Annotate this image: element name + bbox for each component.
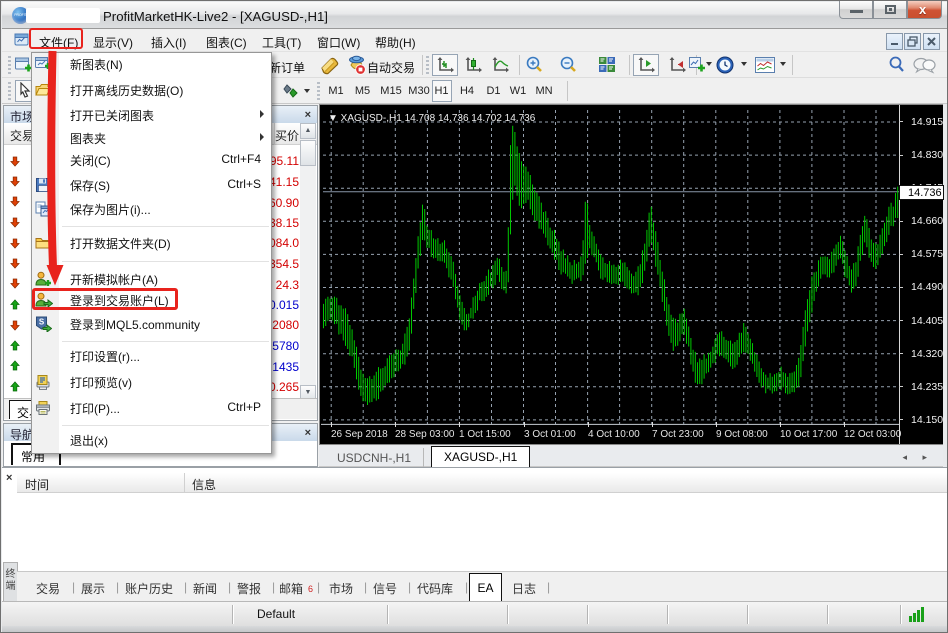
svg-text:S: S [39, 318, 45, 327]
